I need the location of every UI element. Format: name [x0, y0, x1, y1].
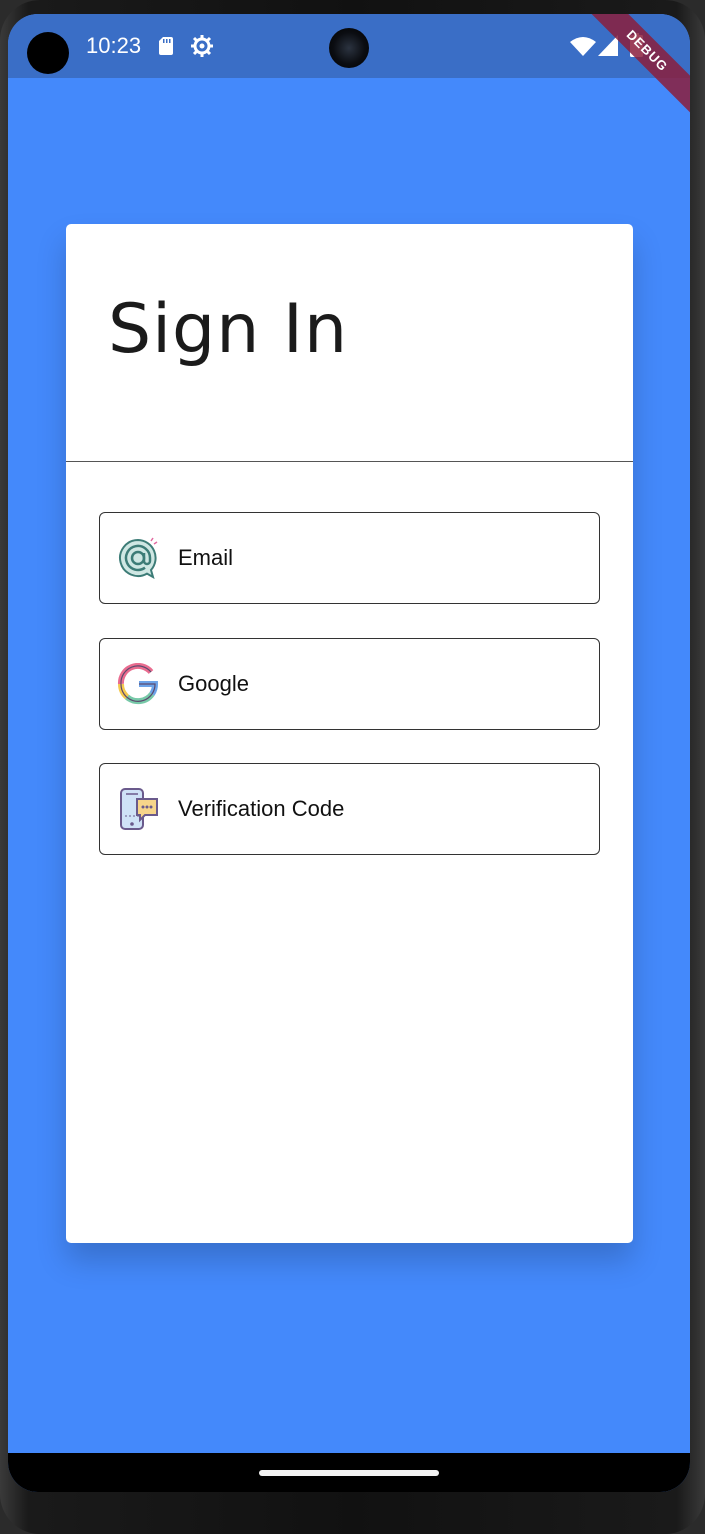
navigation-bar — [8, 1453, 690, 1492]
email-label: Email — [178, 545, 234, 570]
email-sign-in-button[interactable]: Email — [99, 512, 600, 604]
page-title: Sign In — [108, 290, 349, 369]
email-at-icon — [119, 537, 158, 579]
google-label: Google — [178, 671, 249, 696]
google-icon — [117, 663, 158, 705]
verification-code-label: Verification Code — [178, 796, 345, 821]
google-sign-in-button[interactable]: Google — [99, 638, 600, 730]
sd-card-icon — [159, 37, 173, 55]
verification-code-sign-in-button[interactable]: Verification Code — [99, 763, 600, 855]
status-bar: 10:23 — [8, 14, 690, 78]
wifi-icon — [570, 37, 596, 56]
sign-in-card: Sign In Email Google Verification Code — [66, 224, 633, 1243]
divider — [66, 461, 633, 462]
camera-cutout — [27, 32, 69, 74]
home-indicator[interactable] — [259, 1470, 439, 1476]
front-camera — [329, 28, 369, 68]
phone-message-icon — [120, 788, 158, 830]
status-time: 10:23 — [86, 33, 142, 58]
screen: 10:23 DEBUG Sign In Email Google Verific… — [8, 14, 690, 1492]
device-frame: 10:23 DEBUG Sign In Email Google Verific… — [0, 0, 705, 1534]
gear-icon — [191, 35, 213, 57]
